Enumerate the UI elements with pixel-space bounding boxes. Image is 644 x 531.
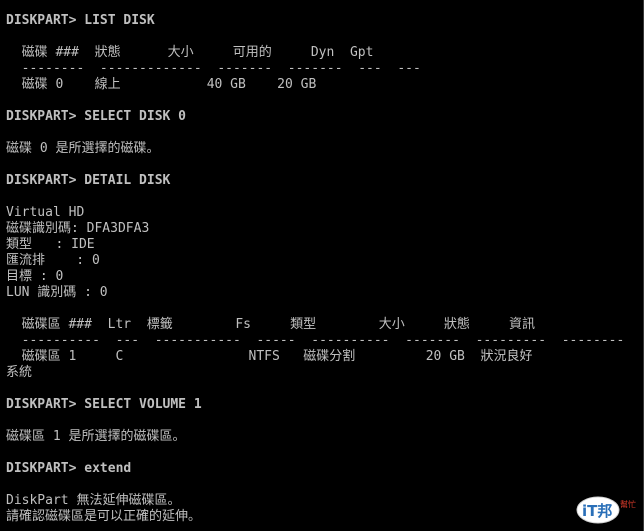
volume-table-row-continuation: 系統: [6, 365, 33, 380]
logo-brand-secondary: 幫忙: [620, 499, 636, 509]
volume-table-header: 磁碟區 ### Ltr 標籤 Fs 類型 大小 狀態 資訊: [6, 317, 536, 332]
command-select-volume: DISKPART> SELECT VOLUME 1: [6, 397, 202, 412]
volume-table-separator: ---------- --- ----------- ----- -------…: [6, 333, 625, 348]
disk-selected-message: 磁碟 0 是所選擇的磁碟。: [6, 141, 160, 156]
disk-table-header: 磁碟 ### 狀態 大小 可用的 Dyn Gpt: [6, 45, 374, 60]
console-window[interactable]: DISKPART> LIST DISK 磁碟 ### 狀態 大小 可用的 Dyn…: [0, 0, 644, 531]
detail-disk-id: 磁碟識別碼: DFA3DFA3: [6, 221, 150, 236]
disk-table-separator: -------- ------------- ------- ------- -…: [6, 61, 421, 76]
detail-disk-type: 類型 : IDE: [6, 237, 95, 252]
ithome-logo: iT邦 幫忙: [576, 496, 636, 524]
logo-brand-primary: iT邦: [582, 502, 612, 520]
disk-table-row: 磁碟 0 線上 40 GB 20 GB: [6, 77, 317, 92]
volume-table-row: 磁碟區 1 C NTFS 磁碟分割 20 GB 狀況良好: [6, 349, 533, 364]
volume-selected-message: 磁碟區 1 是所選擇的磁碟區。: [6, 429, 186, 444]
detail-disk-lun: LUN 識別碼 : 0: [6, 285, 108, 300]
detail-disk-target: 目標 : 0: [6, 269, 64, 284]
extend-error-hint: 請確認磁碟區是可以正確的延伸。: [6, 509, 202, 524]
command-list-disk: DISKPART> LIST DISK: [6, 13, 155, 28]
extend-error-message: DiskPart 無法延伸磁碟區。: [6, 493, 181, 508]
detail-disk-bus: 匯流排 : 0: [6, 253, 100, 268]
command-extend: DISKPART> extend: [6, 461, 132, 476]
detail-disk-name: Virtual HD: [6, 205, 85, 220]
command-select-disk: DISKPART> SELECT DISK 0: [6, 109, 187, 124]
command-detail-disk: DISKPART> DETAIL DISK: [6, 173, 171, 188]
